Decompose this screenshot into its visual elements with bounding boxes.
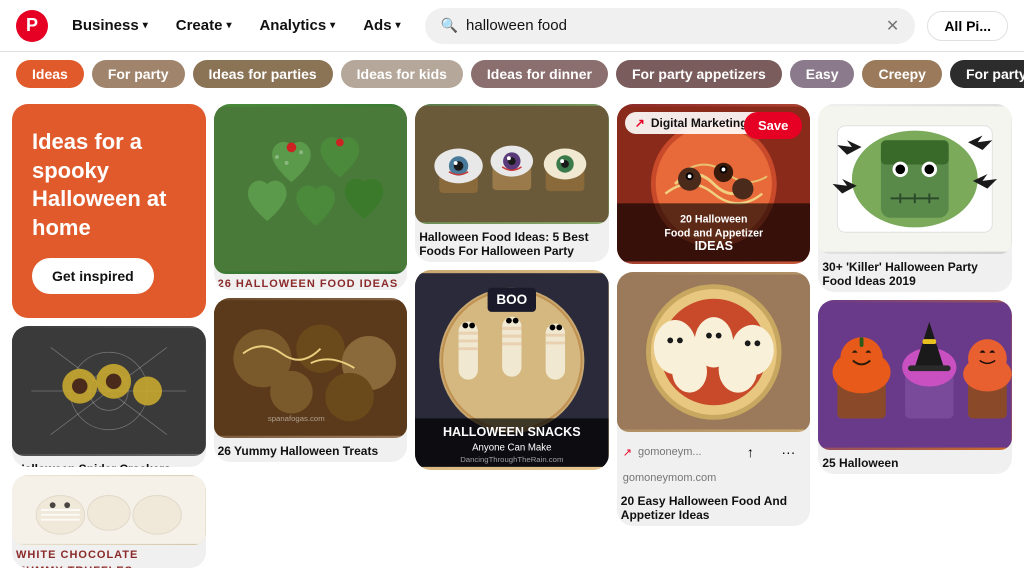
pin-card-green-hearts[interactable]: 26 HALLOWEEN FOOD IDEAS Save: [214, 104, 408, 290]
pin-image-treats: spanafogas.com: [214, 298, 408, 438]
pin-column-2: 26 HALLOWEEN FOOD IDEAS Save spanafogas.…: [210, 104, 412, 568]
pin-card-mummy-hotdogs[interactable]: BOO HALLOWEEN SNACKS Anyone Can Make Dan…: [415, 270, 609, 470]
pin-column-4: ↗ Digital Marketing ▾ Save: [613, 104, 815, 568]
pin-column-3: Halloween Food Ideas: 5 Best Foods For H…: [411, 104, 613, 568]
all-pins-button[interactable]: All Pi...: [927, 11, 1008, 41]
pin-column-5: 30+ 'Killer' Halloween Party Food Ideas …: [814, 104, 1016, 568]
pin-card-mummy-truffles[interactable]: White Chocolate MUMMY TRUFFLES Save: [12, 475, 206, 568]
pin-image-mummy-hotdogs: BOO HALLOWEEN SNACKS Anyone Can Make Dan…: [415, 270, 609, 470]
nav-business[interactable]: Business ▾: [60, 11, 160, 40]
pin-title-eyeball-cupcakes: Halloween Food Ideas: 5 Best Foods For H…: [415, 224, 609, 262]
pin-card-treats[interactable]: spanafogas.com 26 Yummy Halloween Treats…: [214, 298, 408, 462]
filter-ideas-for-parties[interactable]: Ideas for parties: [193, 60, 333, 88]
tag-label: Digital Marketing: [651, 116, 748, 130]
promo-button[interactable]: Get inspired: [32, 258, 154, 294]
save-button[interactable]: Save: [744, 112, 802, 139]
pin-card-spider-crackers[interactable]: Halloween Spider Crackers Save: [12, 326, 206, 467]
pin-title-treats: 26 Yummy Halloween Treats: [214, 438, 408, 462]
pin-image-eyeball-cupcakes: [415, 104, 609, 224]
pin-image-spider-crackers: [12, 326, 206, 456]
filter-for-party-appetizers[interactable]: For party appetizers: [616, 60, 782, 88]
svg-text:DancingThroughTheRain.com: DancingThroughTheRain.com: [460, 455, 563, 464]
svg-text:HALLOWEEN SNACKS: HALLOWEEN SNACKS: [443, 425, 581, 439]
nav-ads[interactable]: Ads ▾: [351, 11, 412, 40]
pin-card-spaghetti[interactable]: ↗ Digital Marketing ▾ Save: [617, 104, 811, 264]
filter-ideas-for-kids[interactable]: Ideas for kids: [341, 60, 463, 88]
source-arrow-icon: ↗: [623, 446, 632, 459]
share-button[interactable]: ↑: [734, 436, 766, 468]
chevron-down-icon: ▾: [226, 20, 231, 31]
svg-text:IDEAS: IDEAS: [694, 239, 732, 253]
pin-card-ghost-pizza[interactable]: ↗ gomoneym... ↑ ··· gomoneymom.com 20 Ea…: [617, 272, 811, 526]
svg-text:Food and Appetizer: Food and Appetizer: [664, 227, 763, 239]
pin-card-bats-chip[interactable]: 30+ 'Killer' Halloween Party Food Ideas …: [818, 104, 1012, 292]
nav-ads-label: Ads: [363, 17, 391, 34]
svg-text:20 Halloween: 20 Halloween: [680, 214, 747, 226]
search-bar: 🔍 ✕: [425, 8, 916, 44]
chevron-down-icon: ▾: [330, 20, 335, 31]
source-url: gomoneymom.com: [617, 472, 811, 488]
nav-analytics[interactable]: Analytics ▾: [247, 11, 347, 40]
nav-items: Business ▾ Create ▾ Analytics ▾ Ads ▾: [60, 11, 413, 40]
filter-for-party[interactable]: For party: [92, 60, 185, 88]
pinterest-logo[interactable]: P: [16, 10, 48, 42]
pin-column-1: Ideas for a spooky Halloween at home Get…: [8, 104, 210, 568]
nav-create[interactable]: Create ▾: [164, 11, 244, 40]
svg-text:Anyone Can Make: Anyone Can Make: [472, 442, 551, 453]
filter-bar: Ideas For party Ideas for parties Ideas …: [0, 52, 1024, 96]
filter-easy[interactable]: Easy: [790, 60, 855, 88]
pin-card-eyeball-cupcakes[interactable]: Halloween Food Ideas: 5 Best Foods For H…: [415, 104, 609, 262]
pin-image-bats-chip: [818, 104, 1012, 254]
mummy-truffles-label2: MUMMY TRUFFLES: [12, 561, 206, 568]
chevron-down-icon: ▾: [396, 20, 401, 31]
pin-image-mummy-truffles: [12, 475, 206, 545]
svg-text:spanafogas.com: spanafogas.com: [267, 414, 324, 423]
food-ideas-label-hearts: 26 HALLOWEEN FOOD IDEAS: [214, 274, 408, 290]
tag-arrow-icon: ↗: [635, 116, 645, 130]
pin-title-spider-crackers: Halloween Spider Crackers: [12, 456, 206, 467]
pin-title-bats-chip: 30+ 'Killer' Halloween Party Food Ideas …: [818, 254, 1012, 292]
mummy-truffles-label: White Chocolate: [12, 545, 206, 561]
nav-business-label: Business: [72, 17, 139, 34]
promo-card[interactable]: Ideas for a spooky Halloween at home Get…: [12, 104, 206, 318]
filter-ideas-for-dinner[interactable]: Ideas for dinner: [471, 60, 608, 88]
clear-search-button[interactable]: ✕: [886, 16, 899, 36]
main-content: Ideas for a spooky Halloween at home Get…: [0, 96, 1024, 568]
pin-image-halloween-cupcakes: [818, 300, 1012, 450]
filter-for-party-kids[interactable]: For party kids: [950, 60, 1024, 88]
search-input[interactable]: [466, 17, 878, 34]
pin-card-halloween-cupcakes[interactable]: 25 Halloween Save: [818, 300, 1012, 474]
pin-title-halloween-cupcakes: 25 Halloween: [818, 450, 1012, 474]
chevron-down-icon: ▾: [143, 20, 148, 31]
filter-creepy[interactable]: Creepy: [862, 60, 941, 88]
more-options-button[interactable]: ···: [772, 436, 804, 468]
search-icon: 🔍: [441, 17, 458, 34]
pin-image-ghost-pizza: [617, 272, 811, 432]
pin-title-ghost-pizza: 20 Easy Halloween Food And Appetizer Ide…: [617, 488, 811, 526]
header: P Business ▾ Create ▾ Analytics ▾ Ads ▾ …: [0, 0, 1024, 52]
pin-source-bar: ↗ gomoneym... ↑ ···: [617, 432, 811, 472]
svg-text:BOO: BOO: [497, 292, 528, 307]
filter-ideas[interactable]: Ideas: [16, 60, 84, 88]
nav-analytics-label: Analytics: [259, 17, 326, 34]
source-name: gomoneym...: [638, 446, 702, 458]
pin-image-green-hearts: [214, 104, 408, 274]
nav-create-label: Create: [176, 17, 223, 34]
promo-title: Ideas for a spooky Halloween at home: [32, 128, 186, 242]
